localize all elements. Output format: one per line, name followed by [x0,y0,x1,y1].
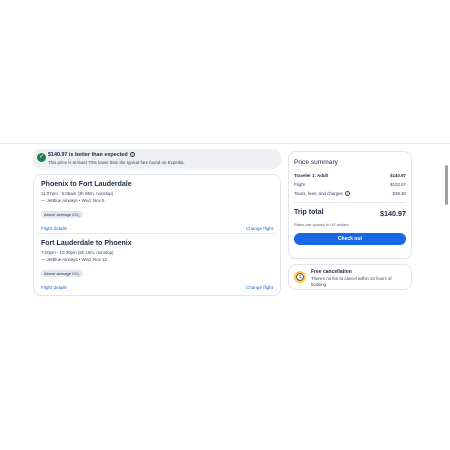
flight-airline: ― JetBlue Airways • Wed, Nov 12 [41,257,107,262]
scrollbar[interactable] [445,165,448,205]
airline-logo-icon: ― [41,198,46,203]
price-summary-title: Price summary [294,159,338,166]
flight-route: Phoenix to Fort Lauderdale [41,181,132,188]
info-icon[interactable]: i [344,191,350,196]
price-summary-card: Price summary Traveler 1: Adult $140.97 … [288,151,412,259]
flight-airline: ― JetBlue Airways • Wed, Nov 5 [41,198,105,203]
checkout-page: ✓ $140.97 is better than expected i This … [0,0,450,450]
airline-logo-icon: ― [41,257,46,262]
flight-price-row: Flight $102.67 [294,182,406,187]
co2-badge: Above average CO₂ [41,211,83,218]
check-circle-icon: ✓ [37,153,46,162]
trip-total-row: Trip total $140.97 [294,209,406,218]
price-banner: ✓ $140.97 is better than expected i This … [33,149,281,169]
flight-details-link[interactable]: Flight details [41,285,67,290]
flight-route: Fort Lauderdale to Phoenix [41,240,132,247]
clock-icon [294,271,306,283]
flights-card: Phoenix to Fort Lauderdale 11:07pm - 5:0… [33,174,281,296]
taxes-row: Taxes, fees, and charges i $38.30 [294,191,406,196]
banner-title: $140.97 is better than expected i [48,152,135,158]
checkout-button[interactable]: Check out [294,233,406,245]
banner-subtitle: This price is at least 70% lower than th… [48,160,185,165]
change-flight-link[interactable]: Change flight [246,226,273,231]
flight-details-link[interactable]: Flight details [41,226,67,231]
cancellation-title: Free cancellation [311,269,352,275]
traveler-row: Traveler 1: Adult $140.97 [294,173,406,178]
summary-divider [294,202,406,203]
header-divider [0,143,450,144]
currency-note: Rates are quoted in US dollars [294,222,349,227]
free-cancellation-card: Free cancellation There's no fee to canc… [288,264,412,290]
flight-return: Fort Lauderdale to Phoenix 7:20pm - 10:3… [38,233,276,291]
cancellation-text: There's no fee to cancel within 24 hours… [311,276,392,287]
co2-badge: Above average CO₂ [41,270,83,277]
change-flight-link[interactable]: Change flight [246,285,273,290]
left-column: ✓ $140.97 is better than expected i This … [33,149,281,296]
flight-times: 7:20pm - 10:30pm (5h 10m, nonstop) [41,250,114,255]
flight-outbound: Phoenix to Fort Lauderdale 11:07pm - 5:0… [38,175,276,233]
flight-times: 11:07pm - 5:06am (3h 59m, nonstop) [41,191,114,196]
info-icon[interactable]: i [129,152,135,158]
right-column: Price summary Traveler 1: Adult $140.97 … [288,151,412,290]
